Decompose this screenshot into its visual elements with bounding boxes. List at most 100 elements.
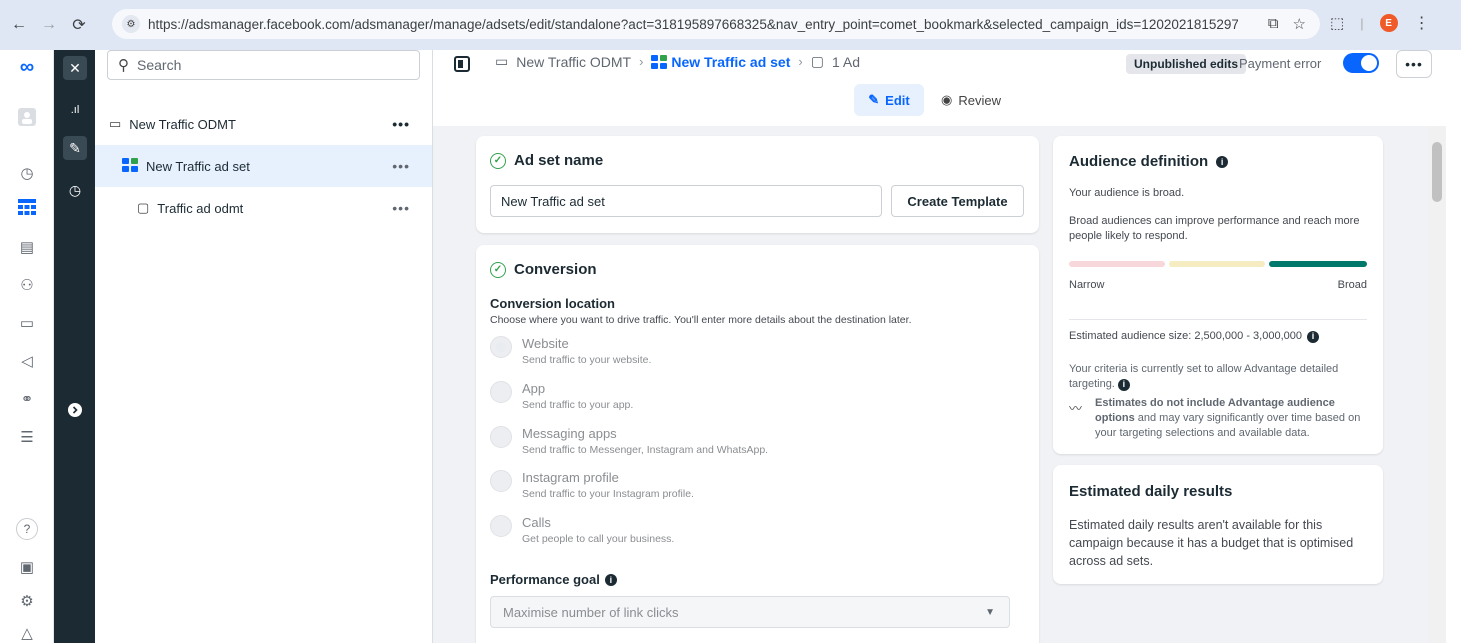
daily-results-text: Estimated daily results aren't available… <box>1069 518 1354 568</box>
notifications-icon[interactable]: ▣ <box>16 556 38 578</box>
more-options-icon[interactable]: ••• <box>392 200 410 216</box>
radio-button[interactable] <box>490 381 512 403</box>
radio-sublabel: Send traffic to your website. <box>522 354 652 366</box>
radio-button[interactable] <box>490 426 512 448</box>
radio-calls[interactable]: Calls Get people to call your business. <box>490 515 674 545</box>
dashboard-icon[interactable]: ◷ <box>16 162 38 184</box>
create-template-button[interactable]: Create Template <box>891 185 1024 217</box>
browser-menu-icon[interactable]: ⋮ <box>1414 13 1430 33</box>
tree-item-ad[interactable]: ▢ Traffic ad odmt ••• <box>95 187 432 229</box>
radio-button[interactable] <box>490 470 512 492</box>
app-rail: ∞ ◷ ▤ ⚇ ▭ ◁ ⚭ ☰ ? ▣ ⚙ △ <box>0 50 54 643</box>
tab-edit[interactable]: ✎ Edit <box>854 84 924 116</box>
adset-toggle[interactable] <box>1343 53 1379 73</box>
forward-icon[interactable]: → <box>38 14 60 36</box>
estimates-note: and may vary significantly over time bas… <box>1095 412 1361 439</box>
check-circle-icon: ✓ <box>490 152 506 169</box>
edit-pencil-icon[interactable]: ✎ <box>63 136 87 160</box>
adset-name-input[interactable]: New Traffic ad set <box>490 185 882 217</box>
radio-website[interactable]: Website Send traffic to your website. <box>490 336 651 366</box>
folder-icon: ▭ <box>495 53 509 69</box>
broad-label: Broad <box>1337 279 1367 291</box>
breadcrumb-adset-label: New Traffic ad set <box>671 53 791 70</box>
adset-name-value: New Traffic ad set <box>501 193 605 209</box>
history-clock-icon[interactable]: ◷ <box>63 178 87 202</box>
settings-gear-icon[interactable]: ⚙ <box>16 590 38 612</box>
radio-app[interactable]: App Send traffic to your app. <box>490 381 633 411</box>
performance-goal-select[interactable]: Maximise number of link clicks ▼ <box>490 596 1010 628</box>
audiences-icon[interactable]: ⚇ <box>16 274 38 296</box>
reporting-icon[interactable]: .ıl <box>63 98 87 122</box>
billing-card-icon[interactable]: ▭ <box>16 312 38 334</box>
bookmark-star-icon[interactable]: ☆ <box>1293 15 1306 33</box>
more-options-icon[interactable]: ••• <box>392 116 410 132</box>
more-options-icon[interactable]: ••• <box>392 158 410 174</box>
editor-rail: ✕ .ıl ✎ ◷ <box>54 50 95 643</box>
extensions-icon[interactable]: ⬚ <box>1330 14 1344 32</box>
menu-icon[interactable]: ☰ <box>16 426 38 448</box>
card-title: Conversion <box>514 261 597 278</box>
trend-icon: 〰 <box>1069 401 1083 416</box>
tree-item-adset[interactable]: New Traffic ad set ••• <box>95 145 432 187</box>
radio-label: Website <box>522 336 569 351</box>
ad-icon: ▢ <box>810 53 824 69</box>
adset-name-card: ✓ Ad set name New Traffic ad set Create … <box>476 136 1039 233</box>
meta-logo-icon[interactable]: ∞ <box>16 56 38 78</box>
breadcrumb-campaign[interactable]: New Traffic ODMT <box>516 54 631 70</box>
browser-toolbar: ← → ⟳ ⚙ https://adsmanager.facebook.com/… <box>0 0 1461 50</box>
card-title: Estimated daily results <box>1069 483 1233 500</box>
back-icon[interactable]: ← <box>8 14 30 36</box>
conversion-location-desc: Choose where you want to drive traffic. … <box>490 314 912 326</box>
business-icon[interactable]: ⚭ <box>16 388 38 410</box>
radio-button[interactable] <box>490 336 512 358</box>
profile-avatar[interactable]: E <box>1379 14 1398 32</box>
chevron-right-icon: › <box>639 54 644 69</box>
info-icon[interactable]: i <box>1117 378 1130 391</box>
scroll-thumb[interactable] <box>1432 142 1442 202</box>
tab-review[interactable]: ◉ Review <box>941 84 1001 116</box>
reload-icon[interactable]: ⟳ <box>68 14 90 36</box>
radio-button[interactable] <box>490 515 512 537</box>
info-icon[interactable]: i <box>1307 330 1319 343</box>
tree-item-campaign[interactable]: ▭ New Traffic ODMT ••• <box>95 103 432 145</box>
campaigns-table-icon[interactable] <box>16 196 38 218</box>
radio-instagram-profile[interactable]: Instagram profile Send traffic to your In… <box>490 470 694 500</box>
site-settings-icon[interactable]: ⚙ <box>122 15 140 33</box>
help-icon[interactable]: ? <box>16 518 38 540</box>
install-icon[interactable]: ⧉ <box>1268 15 1279 33</box>
criteria-text: Your criteria is currently set to allow … <box>1069 363 1339 390</box>
radio-sublabel: Send traffic to your app. <box>522 399 634 411</box>
campaign-tree: ⚲ Search ▭ New Traffic ODMT ••• New Traf… <box>95 50 433 643</box>
address-bar[interactable]: ⚙ https://adsmanager.facebook.com/adsman… <box>112 9 1320 39</box>
info-icon[interactable]: i <box>604 573 617 586</box>
status-badge: Unpublished edits <box>1126 54 1247 74</box>
breadcrumb-ad[interactable]: 1 Ad <box>832 54 860 70</box>
search-icon: ⚲ <box>118 57 129 74</box>
conversion-card: ✓ Conversion Conversion location Choose … <box>476 245 1039 643</box>
radio-label: Instagram profile <box>522 470 619 485</box>
scrollbar[interactable] <box>1428 126 1446 643</box>
divider <box>1069 319 1367 320</box>
folder-icon: ▭ <box>109 116 122 131</box>
radio-sublabel: Send traffic to Messenger, Instagram and… <box>522 444 769 456</box>
eye-icon: ◉ <box>941 92 953 107</box>
info-icon[interactable]: i <box>1216 155 1229 168</box>
pages-icon[interactable]: ▤ <box>16 236 38 258</box>
toggle-panel-icon[interactable] <box>454 56 470 72</box>
performance-goal-title: Performance goal <box>490 572 600 587</box>
radio-sublabel: Get people to call your business. <box>522 533 675 545</box>
tree-item-label: Traffic ad odmt <box>157 200 244 216</box>
meter-mid-segment <box>1169 261 1265 267</box>
radio-messaging-apps[interactable]: Messaging apps Send traffic to Messenger,… <box>490 426 768 456</box>
close-icon[interactable]: ✕ <box>63 56 87 80</box>
tab-review-label: Review <box>958 92 1001 108</box>
payment-error-label: Payment error <box>1239 56 1322 71</box>
meter-broad-segment <box>1269 261 1367 267</box>
avatar[interactable] <box>16 106 38 128</box>
breadcrumb-adset[interactable]: New Traffic ad set <box>651 54 790 70</box>
search-input[interactable]: ⚲ Search <box>107 50 420 80</box>
more-options-button[interactable]: ••• <box>1396 50 1432 78</box>
alerts-bell-icon[interactable]: △ <box>16 622 38 643</box>
megaphone-icon[interactable]: ◁ <box>16 350 38 372</box>
expand-chevron-icon[interactable] <box>63 398 87 422</box>
